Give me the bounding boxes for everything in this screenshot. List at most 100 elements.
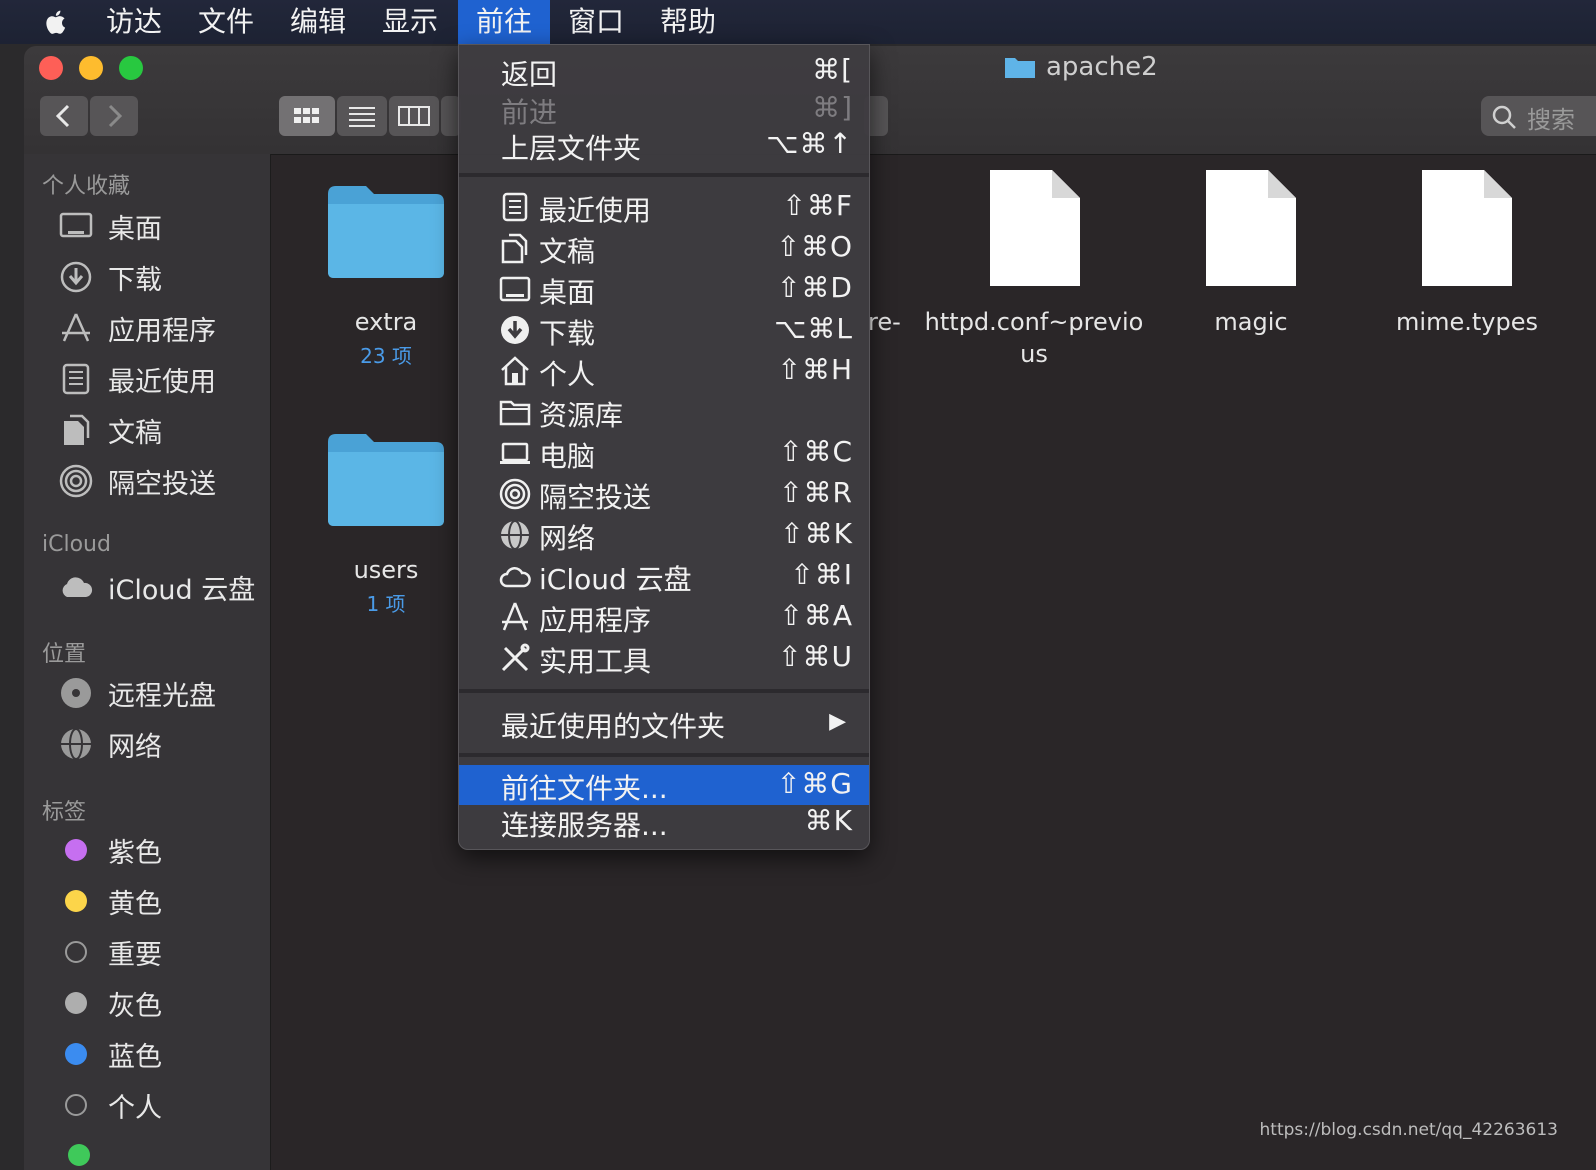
utilities-icon (501, 643, 530, 672)
menu-go[interactable]: 前往 (458, 0, 551, 44)
sidebar-tag-gray[interactable]: 灰色 (58, 981, 162, 1025)
empty-tag-dot (65, 1094, 87, 1116)
sidebar-item-documents[interactable]: 文稿 (58, 408, 162, 452)
zoom-button[interactable] (119, 56, 143, 80)
go-menu-airdrop[interactable]: 隔空投送 ⇧⌘R (459, 474, 869, 514)
gray-tag-dot (65, 992, 87, 1014)
network-icon (501, 520, 529, 550)
go-menu-recents[interactable]: 最近使用 ⇧⌘F (459, 187, 869, 227)
home-icon (501, 356, 529, 386)
sidebar-header-locations: 位置 (42, 642, 87, 667)
menu-file[interactable]: 文件 (180, 0, 272, 44)
folder-icon (328, 434, 444, 526)
apple-logo-icon[interactable] (38, 4, 74, 40)
menu-help[interactable]: 帮助 (642, 0, 734, 44)
sidebar-item-applications[interactable]: 应用程序 (58, 306, 216, 350)
menu-edit[interactable]: 编辑 (272, 0, 364, 44)
documents-icon (58, 412, 94, 448)
list-icon (349, 107, 375, 127)
go-menu-applications[interactable]: 应用程序 ⇧⌘A (459, 597, 869, 637)
network-icon (58, 726, 94, 762)
go-menu-go-to-folder[interactable]: 前往文件夹... ⇧⌘G (459, 765, 869, 805)
chevron-right-icon (108, 104, 123, 128)
sidebar-header-tags: 标签 (42, 800, 87, 825)
sidebar-item-airdrop[interactable]: 隔空投送 (58, 459, 216, 503)
icon-view-button[interactable] (279, 96, 335, 136)
applications-icon (502, 602, 528, 631)
go-menu-back[interactable]: 返回 ⌘[ (459, 51, 869, 91)
window-title: apache2 (1004, 52, 1158, 82)
go-menu-enclosing-folder[interactable]: 上层文件夹 ⌥⌘↑ (459, 125, 869, 165)
go-menu-recent-folders[interactable]: 最近使用的文件夹 ▶ (459, 703, 869, 743)
sidebar-item-desktop[interactable]: 桌面 (58, 204, 162, 248)
downloads-icon (58, 259, 94, 295)
library-folder-icon (499, 400, 531, 426)
sidebar-tag-purple[interactable]: 紫色 (58, 828, 162, 872)
go-menu-documents[interactable]: 文稿 ⇧⌘O (459, 228, 869, 268)
menu-finder[interactable]: 访达 (88, 0, 180, 44)
sidebar-item-icloud-drive[interactable]: iCloud 云盘 (58, 565, 255, 609)
sidebar-tag-yellow[interactable]: 黄色 (58, 879, 162, 923)
recents-icon (502, 192, 528, 222)
sidebar-item-recents[interactable]: 最近使用 (58, 357, 216, 401)
green-tag-dot (68, 1144, 90, 1166)
desktop-icon (499, 276, 531, 302)
sidebar: 个人收藏 桌面 下载 应用程序 最近使用 文稿 隔空投送 iCloud iClo… (24, 154, 271, 1170)
sidebar-tag-blue[interactable]: 蓝色 (58, 1032, 162, 1076)
sidebar-item-downloads[interactable]: 下载 (58, 255, 162, 299)
document-icon (990, 170, 1080, 286)
forward-button[interactable] (90, 96, 138, 136)
list-view-button[interactable] (337, 96, 387, 136)
sidebar-item-remote-disc[interactable]: 远程光盘 (58, 671, 216, 715)
search-field[interactable]: 搜索 (1481, 96, 1596, 136)
sidebar-header-icloud: iCloud (42, 532, 111, 557)
sidebar-header-favorites: 个人收藏 (42, 174, 131, 199)
submenu-arrow-icon: ▶ (829, 709, 847, 734)
go-menu-network[interactable]: 网络 ⇧⌘K (459, 515, 869, 555)
documents-icon (501, 233, 528, 264)
menu-separator (459, 753, 869, 757)
go-menu-utilities[interactable]: 实用工具 ⇧⌘U (459, 638, 869, 678)
minimize-button[interactable] (79, 56, 103, 80)
document-icon (1422, 170, 1512, 286)
go-menu-forward[interactable]: 前进 ⌘] (459, 89, 869, 129)
recents-icon (58, 361, 94, 397)
search-icon (1492, 105, 1516, 129)
airdrop-icon (499, 478, 531, 510)
grid-icon (294, 108, 319, 123)
go-menu-desktop[interactable]: 桌面 ⇧⌘D (459, 269, 869, 309)
folder-icon (1005, 58, 1035, 78)
sidebar-item-network[interactable]: 网络 (58, 722, 162, 766)
go-menu-library[interactable]: 资源库 (459, 392, 869, 432)
close-button[interactable] (39, 56, 63, 80)
go-menu-icloud-drive[interactable]: iCloud 云盘 ⇧⌘I (459, 556, 869, 596)
sidebar-tag-important[interactable]: 重要 (58, 930, 162, 974)
document-icon (1206, 170, 1296, 286)
sidebar-tag-personal[interactable]: 个人 (58, 1083, 162, 1127)
back-button[interactable] (40, 96, 88, 136)
go-menu-home[interactable]: 个人 ⇧⌘H (459, 351, 869, 391)
menu-view[interactable]: 显示 (364, 0, 456, 44)
blue-tag-dot (65, 1043, 87, 1065)
icloud-icon (499, 567, 531, 588)
icloud-icon (58, 569, 94, 605)
columns-icon (398, 106, 430, 126)
go-menu-downloads[interactable]: 下载 ⌥⌘L (459, 310, 869, 350)
column-view-button[interactable] (389, 96, 439, 136)
desktop-icon (58, 208, 94, 244)
disc-icon (58, 675, 94, 711)
go-menu-dropdown: 返回 ⌘[ 前进 ⌘] 上层文件夹 ⌥⌘↑ 最近使用 ⇧⌘F 文稿 ⇧⌘O 桌面… (458, 44, 870, 850)
go-menu-computer[interactable]: 电脑 ⇧⌘C (459, 433, 869, 473)
menu-window[interactable]: 窗口 (550, 0, 642, 44)
file-item-partial-label[interactable]: re- (868, 308, 901, 336)
downloads-icon (501, 316, 529, 344)
empty-tag-dot (65, 941, 87, 963)
menu-separator (459, 173, 869, 177)
go-menu-connect-server[interactable]: 连接服务器... ⌘K (459, 802, 869, 842)
menu-bar: 访达 文件 编辑 显示 前往 窗口 帮助 (0, 0, 1596, 44)
chevron-left-icon (55, 104, 70, 128)
search-placeholder: 搜索 (1527, 106, 1575, 134)
yellow-tag-dot (65, 890, 87, 912)
airdrop-icon (58, 463, 94, 499)
applications-icon (58, 310, 94, 346)
